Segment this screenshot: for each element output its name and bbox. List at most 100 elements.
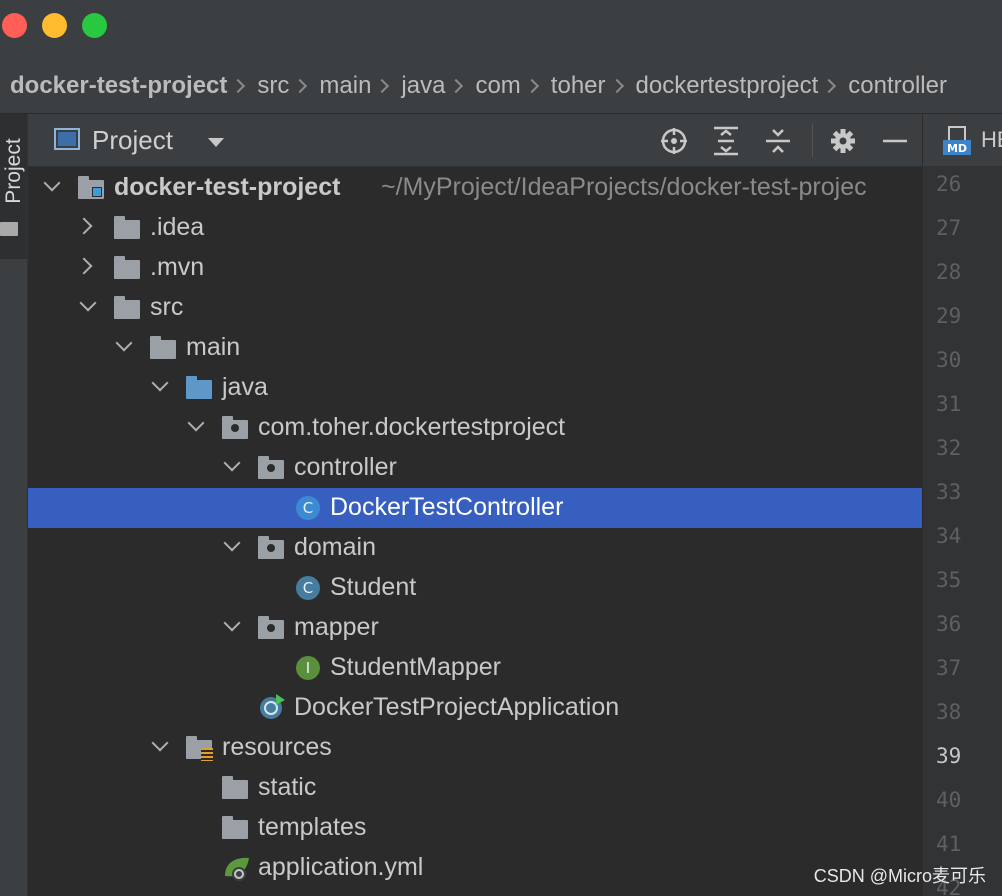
chevron-right-icon xyxy=(293,78,308,94)
tree-item-label: main xyxy=(186,333,241,361)
line-number: 41 xyxy=(936,832,962,856)
tree-row[interactable]: templates xyxy=(28,808,922,848)
tree-item-label: templates xyxy=(258,813,367,841)
tree-row[interactable]: com.toher.dockertestproject xyxy=(28,408,922,448)
tree-row[interactable]: mapper xyxy=(28,608,922,648)
breadcrumb-item[interactable]: com xyxy=(475,72,520,100)
tree-row[interactable]: DockerTestProjectApplication xyxy=(28,688,922,728)
breadcrumb-item[interactable]: main xyxy=(319,72,371,100)
class-badge: C xyxy=(296,496,320,520)
crosshair-icon xyxy=(661,128,687,154)
project-tool-tab-label: Project xyxy=(2,138,25,204)
chevron-down-icon[interactable] xyxy=(79,294,97,312)
tree-row-root[interactable]: docker-test-project ~/MyProject/IdeaProj… xyxy=(28,168,922,208)
breadcrumb-item[interactable]: java xyxy=(401,72,445,100)
tree-item-label: static xyxy=(258,773,317,801)
tree-row[interactable]: src xyxy=(28,288,922,328)
maximize-window-button[interactable] xyxy=(82,13,107,38)
tree-item-label: DockerTestProjectApplication xyxy=(294,693,620,721)
tree-row[interactable]: main xyxy=(28,328,922,368)
breadcrumb-item[interactable]: toher xyxy=(551,72,606,100)
folder-icon xyxy=(222,776,248,800)
chevron-down-icon[interactable] xyxy=(43,174,61,192)
chevron-down-icon[interactable] xyxy=(115,334,133,352)
chevron-right-icon[interactable] xyxy=(75,257,93,275)
breadcrumb-item[interactable]: dockertestproject xyxy=(636,72,819,100)
watermark: CSDN @Micro麦可乐 xyxy=(813,866,986,886)
interface-badge: I xyxy=(296,656,320,680)
editor-gutter: MD HE 26 27 28 29 30 31 32 33 34 35 36 3… xyxy=(922,114,1002,896)
title-bar: docker-test-project src main java com to… xyxy=(0,0,1002,114)
tree-item-label: Student xyxy=(330,573,417,601)
tree-item-label: StudentMapper xyxy=(330,653,501,681)
chevron-down-icon[interactable] xyxy=(151,374,169,392)
tree-row[interactable]: .idea xyxy=(28,208,922,248)
breadcrumb-item[interactable]: docker-test-project xyxy=(10,72,227,100)
expand-all-button[interactable] xyxy=(711,126,741,156)
toolbar-divider xyxy=(812,124,813,157)
chevron-down-icon[interactable] xyxy=(187,414,205,432)
line-number: 27 xyxy=(936,216,962,240)
tree-row[interactable]: application.yml xyxy=(28,848,922,888)
chevron-down-icon[interactable] xyxy=(223,534,241,552)
minimize-window-button[interactable] xyxy=(42,13,67,38)
project-tool-tab[interactable]: Project xyxy=(0,114,27,259)
tree-item-label: src xyxy=(150,293,184,321)
tree-item-label: mapper xyxy=(294,613,379,641)
editor-tab[interactable]: MD HE xyxy=(923,114,1002,167)
minimize-icon xyxy=(883,139,907,143)
project-view-title[interactable]: Project xyxy=(92,125,173,156)
line-number: 37 xyxy=(936,656,962,680)
left-tool-stripe: Project xyxy=(0,114,28,896)
source-folder-icon xyxy=(186,376,212,400)
settings-button[interactable] xyxy=(828,126,858,156)
hide-panel-button[interactable] xyxy=(880,126,910,156)
current-line-number: 39 xyxy=(936,744,962,768)
folder-icon xyxy=(150,336,176,360)
locate-file-button[interactable] xyxy=(659,126,689,156)
tree-row[interactable]: java xyxy=(28,368,922,408)
tree-row[interactable]: domain xyxy=(28,528,922,568)
tree-item-label: .mvn xyxy=(150,253,205,281)
breadcrumb-item[interactable]: src xyxy=(257,72,289,100)
close-window-button[interactable] xyxy=(2,13,27,38)
package-icon xyxy=(258,616,284,640)
chevron-right-icon xyxy=(449,78,464,94)
tree-row[interactable]: .mvn xyxy=(28,248,922,288)
line-number: 31 xyxy=(936,392,962,416)
line-number: 34 xyxy=(936,524,962,548)
tree-row[interactable]: static xyxy=(28,768,922,808)
breadcrumb-item[interactable]: controller xyxy=(848,72,947,100)
package-icon xyxy=(222,416,248,440)
collapse-all-button[interactable] xyxy=(763,126,793,156)
chevron-down-icon[interactable] xyxy=(151,734,169,752)
tree-row-selected[interactable]: C DockerTestController xyxy=(28,488,922,528)
tree-item-label: com.toher.dockertestproject xyxy=(258,413,566,441)
tree-item-label: .idea xyxy=(150,213,205,241)
line-number: 29 xyxy=(936,304,962,328)
gear-icon xyxy=(831,129,855,153)
chevron-right-icon xyxy=(231,78,246,94)
tree-row[interactable]: controller xyxy=(28,448,922,488)
tree-item-label: DockerTestController xyxy=(330,493,564,521)
tree-row[interactable]: I StudentMapper xyxy=(28,648,922,688)
tree-item-label: controller xyxy=(294,453,397,481)
line-number: 36 xyxy=(936,612,962,636)
folder-icon xyxy=(222,816,248,840)
class-badge: C xyxy=(296,576,320,600)
line-number: 35 xyxy=(936,568,962,592)
markdown-file-icon: MD xyxy=(943,126,971,155)
java-class-icon: C xyxy=(294,496,320,520)
line-number: 26 xyxy=(936,172,962,196)
chevron-down-icon[interactable] xyxy=(223,614,241,632)
folder-icon[interactable] xyxy=(0,222,18,236)
chevron-right-icon xyxy=(822,78,837,94)
tree-row[interactable]: resources xyxy=(28,728,922,768)
tree-row[interactable]: C Student xyxy=(28,568,922,608)
chevron-right-icon xyxy=(524,78,539,94)
chevron-right-icon[interactable] xyxy=(75,217,93,235)
line-number: 32 xyxy=(936,436,962,460)
expand-all-icon xyxy=(714,126,738,156)
chevron-down-icon[interactable] xyxy=(223,454,241,472)
view-dropdown-icon[interactable] xyxy=(208,138,224,147)
